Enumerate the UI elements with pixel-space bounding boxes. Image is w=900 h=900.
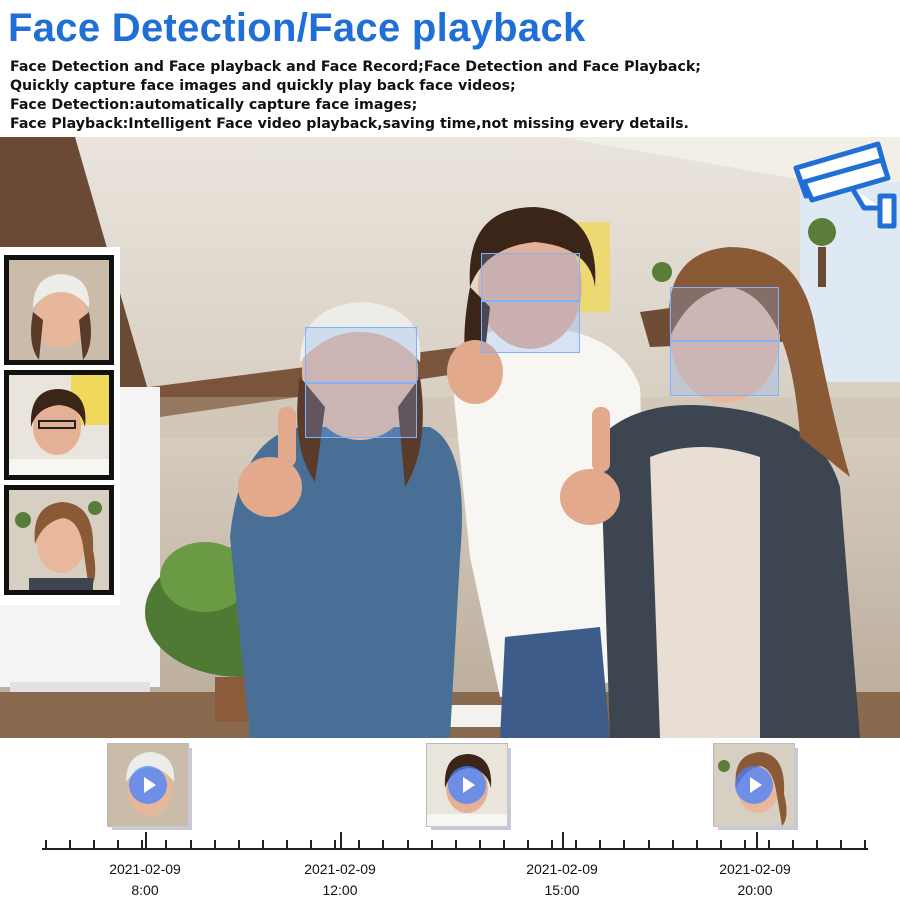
security-camera-icon [793, 141, 897, 229]
playback-video-thumbnail[interactable] [427, 744, 507, 826]
timeline-major-tick [145, 832, 147, 849]
timeline-tick [792, 840, 794, 849]
timeline-time: 15:00 [544, 882, 580, 898]
description-line: Face Detection:automatically capture fac… [10, 97, 418, 113]
timeline-tick [190, 840, 192, 849]
timeline-tick [672, 840, 674, 849]
timeline-date: 2021-02-09 [719, 861, 791, 877]
timeline-tick [334, 840, 336, 849]
timeline-tick [816, 840, 818, 849]
timeline-tick [141, 840, 143, 849]
timeline-tick [527, 840, 529, 849]
playback-video-thumbnail[interactable] [108, 744, 188, 826]
timeline-tick [768, 840, 770, 849]
timeline-tick [117, 840, 119, 849]
timeline-label: 2021-02-09 12:00 [280, 859, 400, 900]
timeline-tick [744, 840, 746, 849]
timeline-tick [238, 840, 240, 849]
timeline-tick [696, 840, 698, 849]
captured-faces-strip [0, 247, 120, 605]
timeline-tick [45, 840, 47, 849]
timeline-tick [358, 840, 360, 849]
scene-photo [0, 137, 900, 738]
timeline-major-tick [340, 832, 342, 849]
face-detection-box [305, 327, 417, 438]
timeline-tick [262, 840, 264, 849]
timeline-time: 12:00 [322, 882, 358, 898]
page-title: Face Detection/Face playback [8, 6, 586, 50]
timeline-tick [864, 840, 866, 849]
timeline-tick [165, 840, 167, 849]
face-detection-box [481, 253, 580, 353]
timeline-date: 2021-02-09 [526, 861, 598, 877]
captured-face-thumbnail[interactable] [4, 370, 114, 480]
play-icon[interactable] [448, 766, 486, 804]
timeline-label: 2021-02-09 15:00 [502, 859, 622, 900]
timeline-tick [286, 840, 288, 849]
timeline-major-tick [562, 832, 564, 849]
timeline-time: 8:00 [131, 882, 159, 898]
description: Face Detection and Face playback and Fac… [10, 58, 890, 134]
timeline-label: 2021-02-09 20:00 [695, 859, 815, 900]
timeline-date: 2021-02-09 [304, 861, 376, 877]
face-detection-box [670, 287, 779, 396]
timeline-time: 20:00 [737, 882, 773, 898]
timeline-date: 2021-02-09 [109, 861, 181, 877]
timeline-tick [840, 840, 842, 849]
timeline-tick [310, 840, 312, 849]
captured-face-thumbnail[interactable] [4, 255, 114, 365]
timeline-tick [479, 840, 481, 849]
timeline-tick [214, 840, 216, 849]
captured-face-thumbnail[interactable] [4, 485, 114, 595]
timeline-tick [455, 840, 457, 849]
play-icon[interactable] [735, 766, 773, 804]
timeline-tick [503, 840, 505, 849]
playback-video-thumbnail[interactable] [714, 744, 794, 826]
timeline-major-tick [756, 832, 758, 849]
timeline-tick [551, 840, 553, 849]
scene-illustration [0, 137, 900, 738]
description-line: Face Detection and Face playback and Fac… [10, 59, 701, 75]
description-line: Quickly capture face images and quickly … [10, 78, 516, 94]
timeline-tick [575, 840, 577, 849]
timeline-tick [407, 840, 409, 849]
timeline-tick [623, 840, 625, 849]
description-line: Face Playback:Intelligent Face video pla… [10, 116, 689, 132]
timeline-label: 2021-02-09 8:00 [85, 859, 205, 900]
timeline-tick [382, 840, 384, 849]
timeline-tick [599, 840, 601, 849]
timeline-tick [93, 840, 95, 849]
timeline-tick [431, 840, 433, 849]
timeline-tick [720, 840, 722, 849]
play-icon[interactable] [129, 766, 167, 804]
timeline-tick [69, 840, 71, 849]
timeline-tick [648, 840, 650, 849]
